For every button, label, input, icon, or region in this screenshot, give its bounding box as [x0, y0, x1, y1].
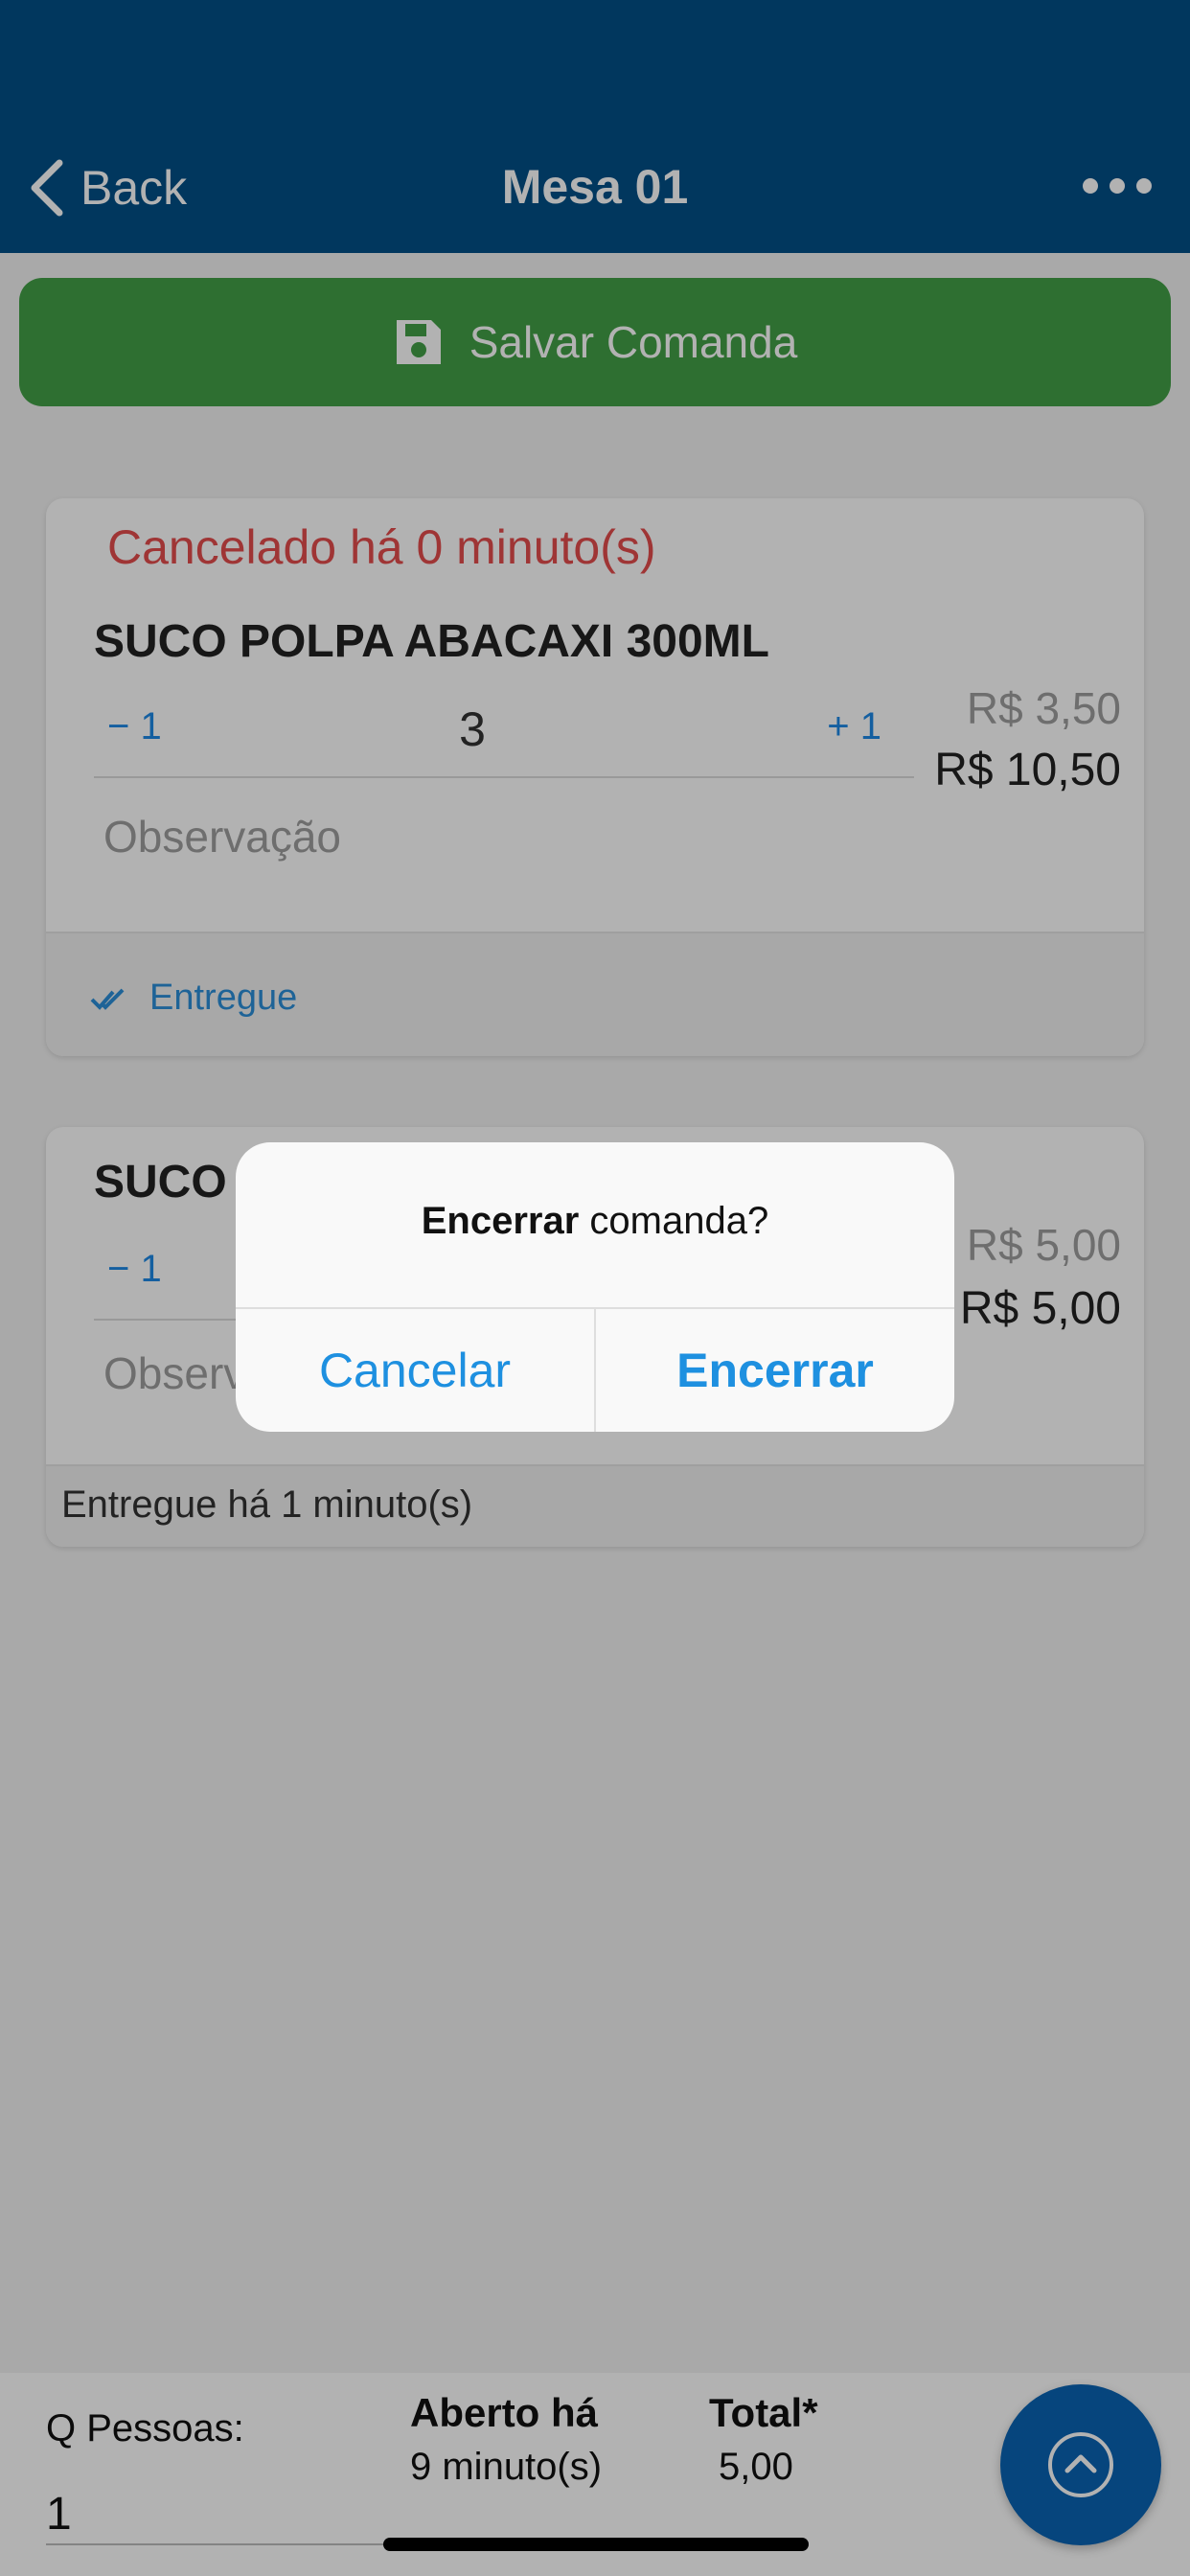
close-order-dialog: Encerrar comanda? Cancelar Encerrar: [236, 1142, 954, 1432]
dialog-actions: Cancelar Encerrar: [236, 1307, 954, 1432]
home-indicator: [383, 2538, 809, 2551]
cancel-button[interactable]: Cancelar: [236, 1309, 594, 1432]
dialog-message-bold: Encerrar: [421, 1200, 580, 1242]
confirm-close-button[interactable]: Encerrar: [594, 1309, 954, 1432]
dialog-message-rest: comanda?: [579, 1200, 769, 1242]
dialog-message: Encerrar comanda?: [236, 1200, 954, 1243]
